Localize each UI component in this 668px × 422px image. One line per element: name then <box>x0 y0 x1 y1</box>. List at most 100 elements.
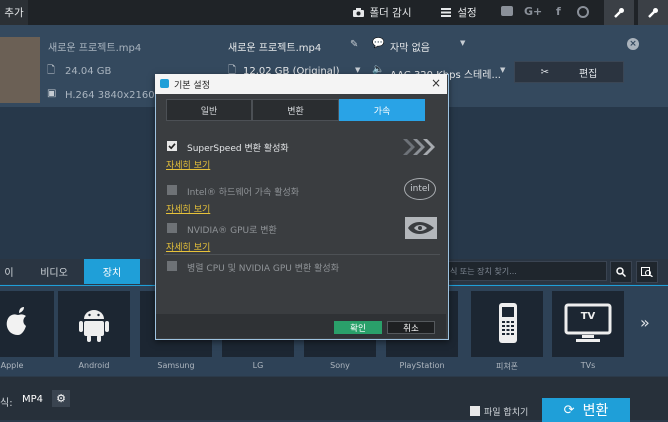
device-tile-apple[interactable] <box>0 291 54 357</box>
merge-files-checkbox[interactable] <box>470 406 480 416</box>
dialog-title: 기본 설정 <box>174 81 210 91</box>
file-size-icon: 🗋 <box>47 65 56 76</box>
device-label-sony: Sony <box>330 361 350 370</box>
tab-label: 이 <box>4 268 14 279</box>
preferences-button[interactable] <box>638 0 668 25</box>
dialog-close-icon[interactable]: × <box>431 76 441 90</box>
parallel-cpu-gpu-label: 병렬 CPU 및 NVIDIA GPU 변환 활성화 <box>187 264 339 274</box>
superspeed-label: SuperSpeed 변환 활성화 <box>187 144 289 154</box>
device-tile-feature-phone[interactable] <box>471 291 543 357</box>
chevron-down-icon[interactable]: ▼ <box>355 66 360 74</box>
format-settings-button[interactable]: ⚙ <box>52 390 70 407</box>
source-file-size: 24.04 GB <box>65 66 112 77</box>
subtitle-icon: 💬 <box>372 38 385 49</box>
feature-phone-icon <box>499 303 517 343</box>
device-search-icon <box>641 267 653 277</box>
source-file-name: 새로운 프로젝트.mp4 <box>48 43 142 54</box>
settings-button[interactable]: 설정 <box>428 0 490 25</box>
device-label-apple: Apple <box>0 361 24 370</box>
video-codec-icon: ▣ <box>47 88 57 99</box>
camera-icon <box>352 8 364 17</box>
nvidia-gpu-label: NVIDIA® GPU로 변환 <box>187 226 277 236</box>
device-label-lg: LG <box>252 361 264 370</box>
tab-devices[interactable]: 장치 <box>84 259 140 284</box>
intel-acceleration-checkbox[interactable] <box>167 185 177 195</box>
superspeed-checkbox[interactable] <box>167 141 177 151</box>
scroll-right-arrow[interactable]: » <box>640 313 650 332</box>
parallel-cpu-gpu-checkbox[interactable] <box>167 261 177 271</box>
device-label-android: Android <box>78 361 110 370</box>
apple-icon <box>6 307 26 335</box>
tv-icon <box>564 303 612 342</box>
device-label-playstation: PlayStation <box>399 361 445 370</box>
superspeed-learn-more-link[interactable]: 자세히 보기 <box>166 158 210 171</box>
device-label-feature-phone: 피쳐폰 <box>495 362 519 371</box>
tools-button[interactable] <box>604 0 634 25</box>
nvidia-logo-icon <box>405 217 437 242</box>
share-icon[interactable] <box>577 6 589 18</box>
intel-logo-icon: intel <box>404 178 436 200</box>
pencil-icon[interactable]: ✎ <box>350 39 358 50</box>
settings-label: 설정 <box>457 7 477 19</box>
intel-logo-text: intel <box>410 184 430 194</box>
tab-conversion[interactable]: 변환 <box>252 99 339 121</box>
nvidia-gpu-checkbox[interactable] <box>167 223 177 233</box>
dialog-tab-label: 가속 <box>373 106 391 117</box>
chevron-down-icon[interactable]: ▼ <box>500 66 505 74</box>
wrench-icon <box>648 7 658 18</box>
video-thumbnail[interactable] <box>0 37 40 103</box>
device-tile-android[interactable] <box>58 291 130 357</box>
top-toolbar: 추가 폴더 감시 설정 G+ f <box>0 0 668 25</box>
checkmark-icon <box>168 143 176 150</box>
tv-badge-text: TV <box>580 311 596 322</box>
googleplus-icon[interactable]: G+ <box>524 5 542 18</box>
edit-label: 편집 <box>578 68 598 80</box>
wrench-icon <box>614 7 624 18</box>
device-label-tvs: TVs <box>580 361 596 370</box>
dialog-tab-label: 일반 <box>200 106 218 117</box>
output-format-value[interactable]: MP4 <box>22 394 43 405</box>
nvidia-learn-more-link[interactable]: 자세히 보기 <box>166 240 210 253</box>
device-tile-tvs[interactable] <box>552 291 624 357</box>
tab-general[interactable]: 일반 <box>166 99 252 121</box>
subtitle-value[interactable]: 자막 없음 <box>390 39 430 54</box>
folder-watch-button[interactable]: 폴더 감시 <box>342 0 422 25</box>
convert-button[interactable]: ⟳ 변환 <box>542 398 630 422</box>
facebook-icon[interactable]: f <box>556 5 561 18</box>
tab-label: 장치 <box>102 268 122 279</box>
tab-audio[interactable]: 이 <box>0 259 18 284</box>
folder-watch-label: 폴더 감시 <box>369 7 412 19</box>
edit-button[interactable]: ✂ 편집 <box>514 61 624 83</box>
ok-button[interactable]: 확인 <box>334 321 382 334</box>
detect-device-button[interactable] <box>636 261 658 283</box>
tab-label: 비디오 <box>40 268 68 279</box>
refresh-icon: ⟳ <box>563 402 575 418</box>
tab-video[interactable]: 비디오 <box>26 259 82 284</box>
add-media-button[interactable]: 추가 <box>0 0 28 25</box>
menu-icon <box>441 8 452 17</box>
dialog-title-bar[interactable]: 기본 설정 × <box>155 74 447 94</box>
cancel-button[interactable]: 취소 <box>387 321 435 334</box>
youtube-icon[interactable] <box>501 6 513 16</box>
remove-file-icon[interactable]: × <box>627 38 639 50</box>
cancel-label: 취소 <box>403 323 419 334</box>
chevron-down-icon[interactable]: ▼ <box>460 39 465 47</box>
gear-icon: ⚙ <box>56 392 66 405</box>
device-label-samsung: Samsung <box>157 361 195 370</box>
android-icon <box>79 310 109 342</box>
scissors-icon: ✂ <box>540 66 549 78</box>
add-label: 추가 <box>4 7 24 19</box>
search-button[interactable] <box>610 261 632 283</box>
intel-learn-more-link[interactable]: 자세히 보기 <box>166 202 210 215</box>
tab-acceleration[interactable]: 가속 <box>339 99 425 121</box>
dialog-tab-label: 변환 <box>287 106 304 117</box>
merge-files-label: 파일 합치기 <box>484 408 529 418</box>
output-format-label: 식: <box>0 398 13 409</box>
search-placeholder: 식 또는 장치 찾기... <box>450 266 517 276</box>
output-file-name: 새로운 프로젝트.mp4 <box>228 43 322 54</box>
divider <box>164 254 440 255</box>
convert-label: 변환 <box>582 403 609 419</box>
format-search-input[interactable]: 식 또는 장치 찾기... <box>443 261 607 281</box>
ok-label: 확인 <box>350 323 366 334</box>
intel-acceleration-label: Intel® 하드웨어 가속 활성화 <box>187 188 300 198</box>
